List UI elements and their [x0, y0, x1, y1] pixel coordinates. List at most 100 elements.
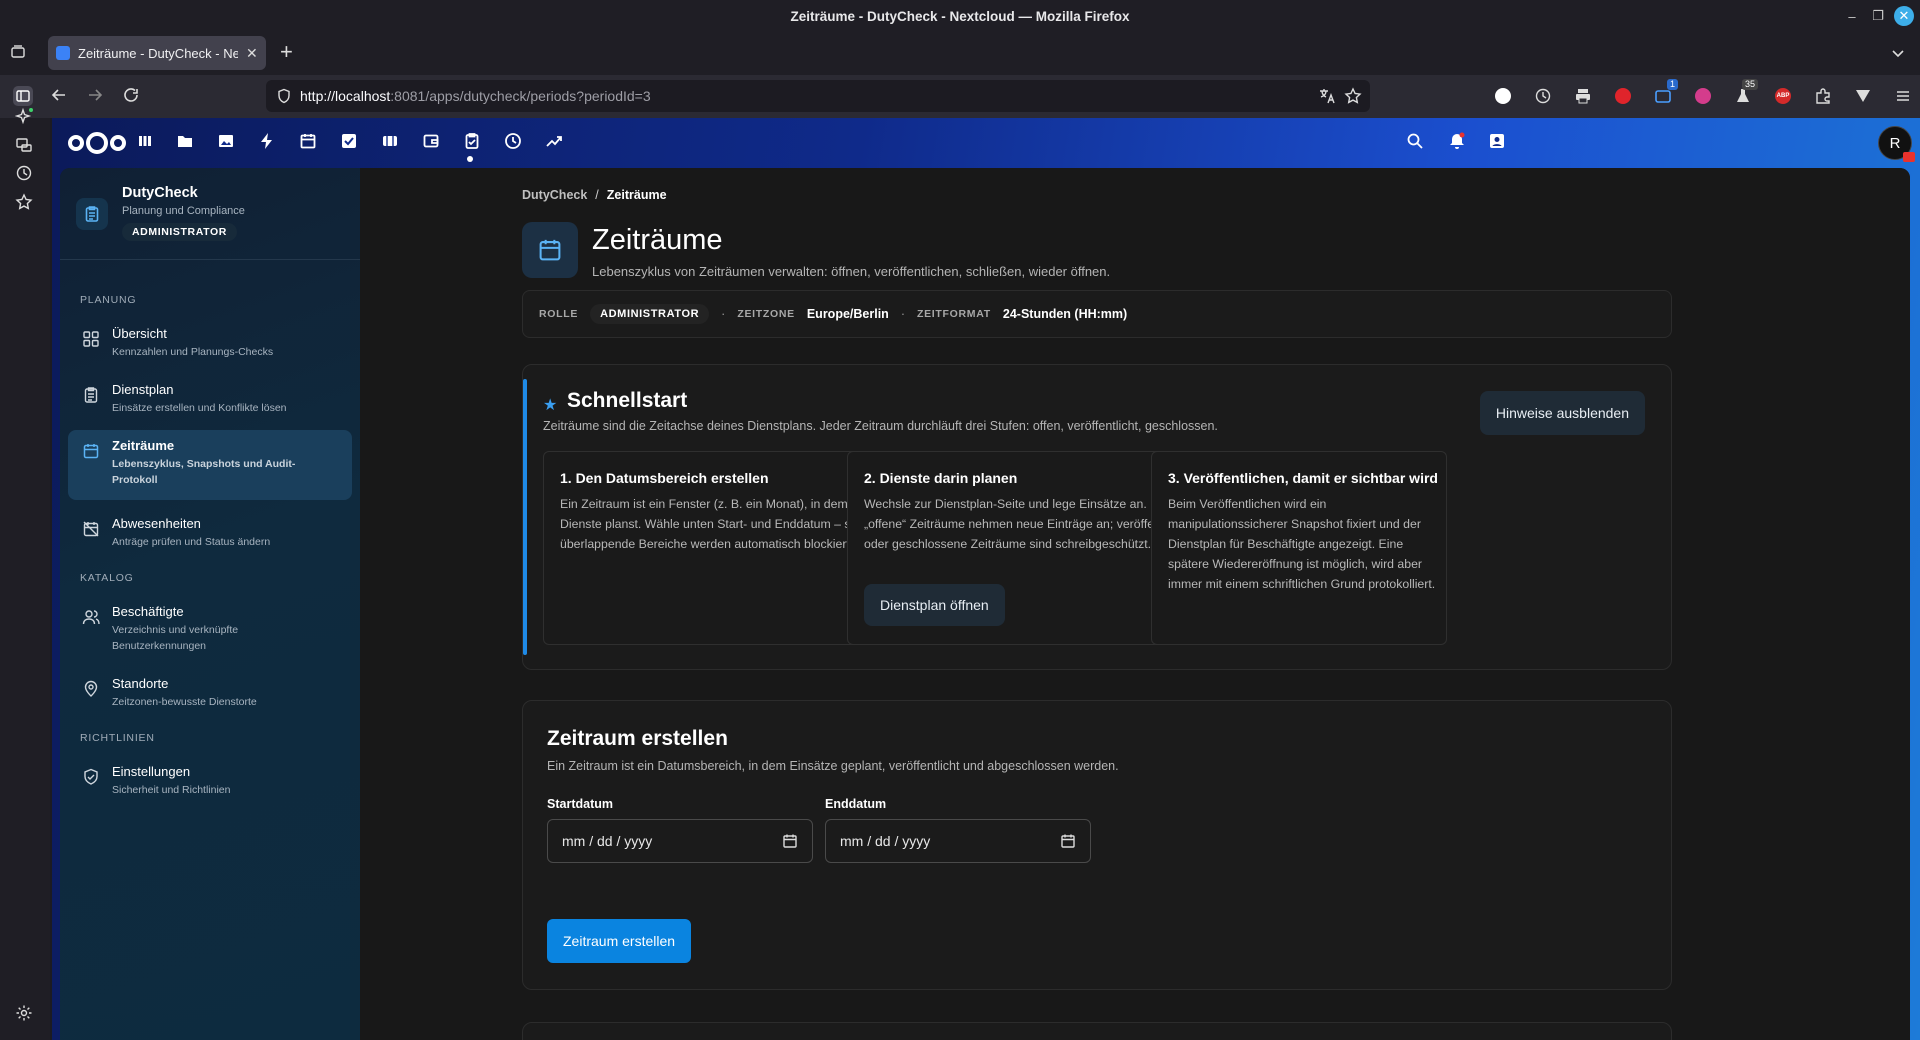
- nav-item-subtitle: Verzeichnis und verknüpfte Benutzerkennu…: [112, 624, 239, 652]
- end-date-label: Enddatum: [825, 797, 887, 811]
- create-period-button[interactable]: Zeitraum erstellen: [547, 919, 692, 963]
- create-period-title: Zeitraum erstellen: [547, 727, 728, 750]
- history-icon[interactable]: [15, 164, 33, 182]
- tab-list-chevron-icon[interactable]: [1890, 45, 1906, 61]
- tasks-check-icon[interactable]: [340, 132, 358, 150]
- contacts-icon[interactable]: [1488, 132, 1506, 150]
- calendar-icon: [82, 442, 100, 460]
- calendar-icon[interactable]: [299, 132, 317, 150]
- close-window-icon[interactable]: ✕: [1894, 6, 1914, 26]
- url-bar[interactable]: http://localhost:8081/apps/dutycheck/per…: [266, 80, 1370, 112]
- nextcloud-logo-icon[interactable]: [66, 130, 128, 156]
- synced-tabs-icon[interactable]: [15, 136, 33, 154]
- ext-a-icon[interactable]: [1490, 85, 1516, 107]
- translate-icon[interactable]: [1318, 87, 1336, 105]
- nav-item-label: Dienstplan: [112, 382, 174, 397]
- ai-sparkle-icon[interactable]: [15, 107, 35, 127]
- nav-item-subtitle: Zeitzonen-bewusste Dienstorte: [112, 696, 257, 708]
- nav-item-dienstplan[interactable]: Dienstplan Einsätze erstellen und Konfli…: [68, 374, 352, 420]
- customize-gear-icon[interactable]: [15, 1004, 33, 1022]
- ext-timer-icon[interactable]: [1530, 85, 1556, 107]
- user-avatar[interactable]: R: [1878, 126, 1915, 162]
- nav-item-abwesenheiten[interactable]: Abwesenheiten Anträge prüfen und Status …: [68, 508, 352, 554]
- ext-red-icon[interactable]: [1610, 85, 1636, 107]
- nav-item-beschaeftigte[interactable]: Beschäftigte Verzeichnis und verknüpfte …: [68, 596, 352, 658]
- forward-icon[interactable]: [86, 86, 104, 104]
- app-navigation: DutyCheck Planung und Compliance ADMINIS…: [60, 168, 360, 1040]
- sidebar-toggle-icon[interactable]: [12, 85, 34, 107]
- print-icon[interactable]: [1570, 85, 1596, 107]
- page-subtitle: Lebenszyklus von Zeiträumen verwalten: ö…: [592, 264, 1111, 279]
- back-icon[interactable]: [50, 86, 68, 104]
- nav-item-standorte[interactable]: Standorte Zeitzonen-bewusste Dienstorte: [68, 668, 352, 714]
- nav-item-subtitle: Lebenszyklus, Snapshots und Audit-Protok…: [112, 458, 296, 486]
- time-format-value: 24-Stunden (HH:mm): [1002, 307, 1128, 321]
- calendar-picker-icon[interactable]: [782, 833, 798, 849]
- activity-bolt-icon[interactable]: [258, 132, 276, 150]
- nav-item-label: Beschäftigte: [112, 604, 184, 619]
- extensions-puzzle-icon[interactable]: [1810, 85, 1836, 107]
- deck-icon[interactable]: [381, 132, 399, 150]
- nav-item-einstellungen[interactable]: Einstellungen Sicherheit und Richtlinien: [68, 756, 352, 802]
- new-tab-icon[interactable]: +: [280, 41, 293, 63]
- tab-overview-icon[interactable]: [10, 44, 26, 60]
- bookmark-star-icon[interactable]: [1344, 87, 1362, 105]
- nav-item-overview[interactable]: Übersicht Kennzahlen und Planungs-Checks: [68, 318, 352, 364]
- nav-caption-policies: RICHTLINIEN: [80, 732, 155, 744]
- breadcrumb-separator: /: [595, 188, 599, 202]
- ext-flask-icon[interactable]: 35: [1730, 79, 1758, 107]
- dutycheck-clipboard-icon[interactable]: [463, 132, 481, 150]
- files-folder-icon[interactable]: [176, 132, 194, 150]
- hide-hints-button[interactable]: Hinweise ausblenden: [1479, 391, 1645, 435]
- site-info-shield-icon[interactable]: [276, 88, 292, 104]
- maximize-icon[interactable]: ❐: [1868, 6, 1888, 26]
- shield-check-icon: [82, 768, 100, 786]
- app-nav-header: DutyCheck Planung und Compliance ADMINIS…: [60, 168, 360, 260]
- adblock-icon[interactable]: ABP: [1770, 85, 1796, 107]
- users-icon: [82, 608, 100, 626]
- quickstart-card: ★ Schnellstart Zeiträume sind die Zeitac…: [522, 364, 1672, 670]
- role-badge: ADMINISTRATOR: [122, 223, 237, 241]
- notifications-bell-icon[interactable]: [1448, 132, 1466, 150]
- quickstart-accent-bar: [523, 379, 527, 655]
- search-icon[interactable]: [1406, 132, 1424, 150]
- nextcloud-header: R: [52, 118, 1920, 168]
- dashboard-icon[interactable]: [136, 132, 154, 150]
- timezone-value: Europe/Berlin: [806, 307, 889, 321]
- breadcrumb-root[interactable]: DutyCheck: [522, 188, 587, 202]
- meta-separator: ·: [900, 307, 905, 321]
- open-dienstplan-button[interactable]: Dienstplan öffnen: [864, 584, 1005, 626]
- wallet-icon[interactable]: [422, 132, 440, 150]
- reload-icon[interactable]: [122, 86, 140, 104]
- calendar-picker-icon[interactable]: [1060, 833, 1076, 849]
- clock-icon[interactable]: [504, 132, 522, 150]
- browser-tab-active[interactable]: Zeiträume - DutyCheck - Ne ✕: [48, 36, 266, 70]
- time-format-label: ZEITFORMAT: [916, 308, 991, 320]
- nav-caption-catalog: KATALOG: [80, 572, 134, 584]
- avatar-letter: R: [1889, 134, 1901, 152]
- ext-pink-icon[interactable]: [1690, 85, 1716, 107]
- firefox-sidebar: [0, 107, 50, 1040]
- minimize-icon[interactable]: –: [1842, 6, 1862, 26]
- photos-icon[interactable]: [217, 132, 235, 150]
- start-date-placeholder: mm / dd / yyyy: [562, 833, 653, 849]
- start-date-input[interactable]: mm / dd / yyyy: [547, 819, 813, 863]
- ext-badge: 1: [1666, 79, 1678, 90]
- start-date-label: Startdatum: [547, 797, 613, 811]
- url-text: http://localhost:8081/apps/dutycheck/per…: [300, 88, 651, 104]
- menu-hamburger-icon[interactable]: [1890, 85, 1916, 107]
- breadcrumb-current: Zeiträume: [606, 188, 667, 202]
- bookmarks-star-icon[interactable]: [15, 193, 33, 211]
- analytics-trend-icon[interactable]: [545, 132, 563, 150]
- window-title: Zeiträume - DutyCheck - Nextcloud — Mozi…: [790, 8, 1130, 24]
- end-date-input[interactable]: mm / dd / yyyy: [825, 819, 1091, 863]
- ext-v-icon[interactable]: [1850, 85, 1876, 107]
- ext-blue-icon[interactable]: 1: [1650, 79, 1678, 107]
- app-subtitle: Planung und Compliance: [122, 205, 245, 217]
- nav-item-zeitraeume[interactable]: Zeiträume Lebenszyklus, Snapshots und Au…: [68, 430, 352, 500]
- tab-close-icon[interactable]: ✕: [246, 45, 258, 62]
- extensions-toolbar: 1 35 ABP: [1490, 79, 1916, 107]
- context-meta-bar: ROLLE ADMINISTRATOR · ZEITZONE Europe/Be…: [522, 290, 1672, 338]
- calendar-off-icon: [82, 520, 100, 538]
- step-title: 2. Dienste darin planen: [864, 470, 1018, 486]
